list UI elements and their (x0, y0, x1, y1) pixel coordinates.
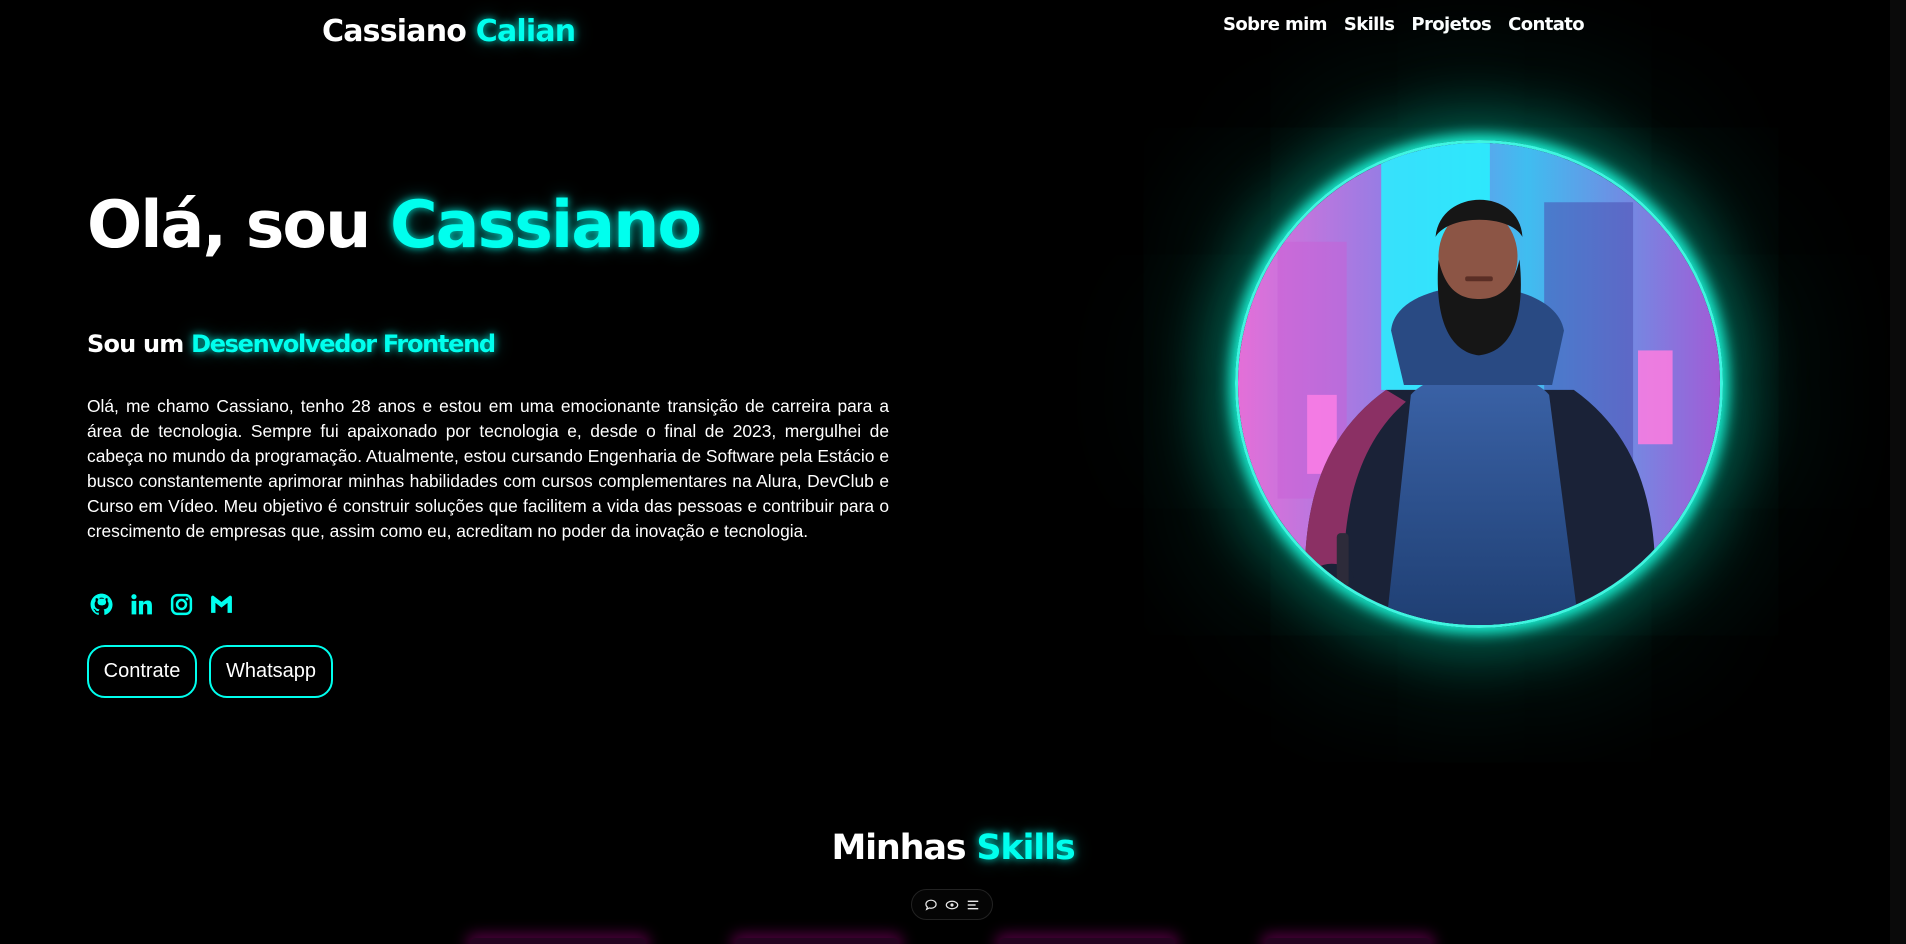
social-links (89, 592, 234, 617)
portrait-illustration (1238, 143, 1720, 625)
nav-link-projetos[interactable]: Projetos (1411, 14, 1491, 35)
nav-link-contato[interactable]: Contato (1508, 14, 1585, 35)
skill-card[interactable] (735, 938, 899, 944)
logo-last-name: Calian (475, 14, 576, 49)
hire-button[interactable]: Contrate (87, 645, 197, 698)
hero-subtitle: Sou um Desenvolvedor Frontend (87, 330, 496, 358)
instagram-icon[interactable] (169, 592, 194, 617)
hero-title-prefix: Olá, sou (87, 188, 371, 263)
hero-bio: Olá, me chamo Cassiano, tenho 28 anos e … (87, 396, 889, 541)
nav-link-skills[interactable]: Skills (1344, 14, 1395, 35)
site-logo[interactable]: Cassiano Calian (322, 14, 576, 49)
main-nav: Sobre mim Skills Projetos Contato (1223, 14, 1585, 35)
nav-link-sobre-mim[interactable]: Sobre mim (1223, 14, 1327, 35)
skills-filter-bar (911, 889, 993, 920)
linkedin-icon[interactable] (129, 592, 154, 617)
hero-actions: Contrate Whatsapp (87, 645, 333, 698)
whatsapp-button[interactable]: Whatsapp (209, 645, 333, 698)
eye-icon[interactable] (945, 898, 959, 912)
profile-portrait (1235, 140, 1723, 628)
skill-card[interactable] (470, 938, 646, 944)
gmail-icon[interactable] (209, 592, 234, 617)
menu-icon[interactable] (966, 898, 980, 912)
skill-card[interactable] (1265, 938, 1431, 944)
hero-subtitle-prefix: Sou um (87, 330, 184, 358)
hero-title-name: Cassiano (389, 188, 702, 263)
page-scrollbar[interactable] (1890, 0, 1906, 944)
portfolio-page: Cassiano Calian Sobre mim Skills Projeto… (0, 0, 1906, 944)
hero-title: Olá, sou Cassiano (87, 188, 702, 263)
skills-title-prefix: Minhas (831, 828, 966, 868)
skills-title-highlight: Skills (976, 828, 1075, 868)
logo-first-name: Cassiano (322, 14, 467, 49)
github-icon[interactable] (89, 592, 114, 617)
chat-icon[interactable] (924, 898, 938, 912)
skill-card[interactable] (999, 938, 1175, 944)
hero-subtitle-role: Desenvolvedor Frontend (191, 330, 496, 358)
skills-title: Minhas Skills (0, 828, 1906, 868)
